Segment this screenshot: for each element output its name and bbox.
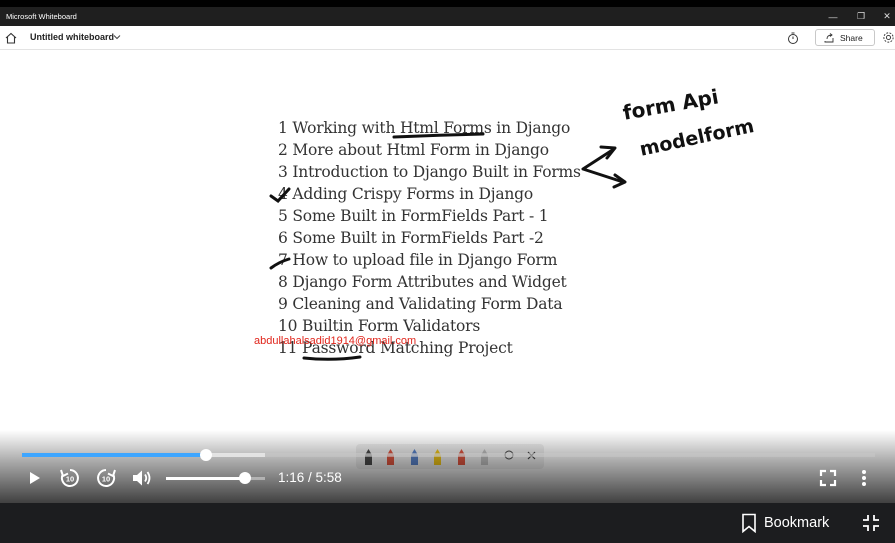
bookmark-button[interactable]: Bookmark — [740, 512, 829, 534]
minimize-icon[interactable]: — — [819, 7, 847, 26]
underline-stroke — [302, 355, 362, 361]
exit-fullscreen-icon[interactable] — [862, 514, 880, 532]
fullscreen-icon[interactable] — [819, 469, 837, 487]
window-titlebar: Microsoft Whiteboard — [0, 7, 895, 26]
bottom-bar: Bookmark — [0, 503, 895, 543]
volume-icon — [133, 470, 151, 486]
watermark-text: abdullahalsadid1914@gmail.com — [254, 335, 417, 347]
chevron-down-icon[interactable] — [112, 32, 122, 42]
forward-10-button[interactable]: 10 — [93, 465, 119, 491]
forward-10-icon: 10 — [97, 469, 116, 487]
checkmark-stroke — [269, 187, 291, 203]
rewind-10-icon: 10 — [60, 469, 79, 487]
window-title: Microsoft Whiteboard — [6, 12, 77, 21]
volume-button[interactable] — [129, 465, 155, 491]
home-icon[interactable] — [4, 31, 18, 45]
top-strip — [0, 0, 895, 7]
board-title[interactable]: Untitled whiteboard — [30, 32, 114, 42]
svg-text:10: 10 — [102, 475, 110, 484]
dash-stroke — [269, 257, 291, 270]
gear-icon[interactable] — [882, 31, 895, 44]
more-options-icon[interactable] — [860, 469, 868, 487]
play-icon — [30, 472, 40, 484]
play-button[interactable] — [21, 465, 47, 491]
share-label: Share — [840, 32, 863, 43]
restore-icon[interactable]: ❐ — [847, 7, 875, 26]
close-icon[interactable]: ✕ — [873, 7, 895, 26]
seek-progress — [22, 453, 207, 457]
whiteboard-window: Microsoft Whiteboard — ❐ ✕ Untitled whit… — [0, 7, 895, 503]
timer-icon[interactable] — [786, 31, 800, 45]
underline-stroke — [392, 132, 485, 139]
bookmark-icon — [742, 513, 756, 533]
bookmark-label: Bookmark — [764, 515, 830, 531]
share-icon — [824, 32, 834, 42]
time-display: 1:16 / 5:58 — [278, 470, 342, 485]
volume-level — [166, 477, 246, 480]
rewind-10-button[interactable]: 10 — [57, 465, 83, 491]
svg-text:10: 10 — [66, 475, 74, 484]
video-player-page: Microsoft Whiteboard — ❐ ✕ Untitled whit… — [0, 0, 895, 543]
app-toolbar: Untitled whiteboard Share — [0, 26, 895, 50]
share-button[interactable]: Share — [815, 29, 875, 46]
